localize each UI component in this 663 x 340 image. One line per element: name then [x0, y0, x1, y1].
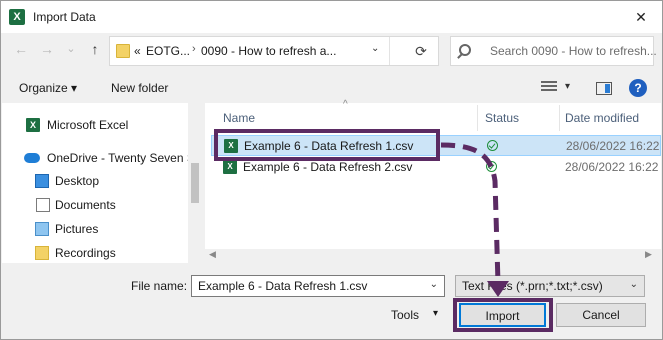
dashed-arrow-annotation [440, 142, 509, 297]
dashed-arrow-line [440, 142, 501, 284]
import-data-dialog: X Import Data ✕ ← → ⌄ ↑ « EOTG... › 0090… [0, 0, 663, 340]
arrow-head [487, 281, 509, 297]
